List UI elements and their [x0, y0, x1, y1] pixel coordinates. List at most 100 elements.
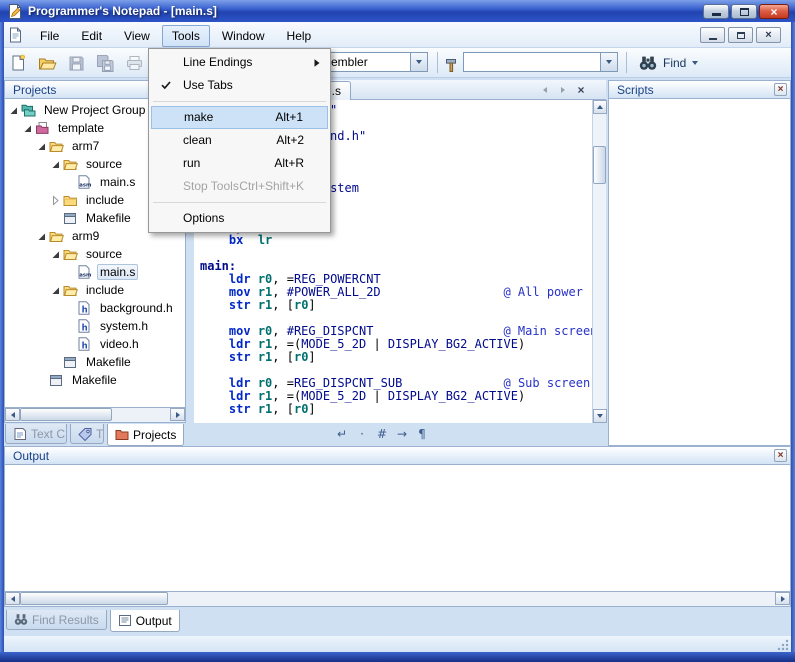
tree-item-label: Makefile — [83, 210, 134, 226]
folder-icon — [63, 247, 79, 261]
mdi-close-button[interactable]: × — [756, 27, 781, 43]
title-bar[interactable]: Programmer's Notepad - [main.s] × — [0, 0, 795, 22]
scroll-down-button[interactable] — [593, 409, 607, 423]
findtab-icon — [14, 613, 28, 626]
collapse-icon[interactable] — [50, 249, 63, 260]
menu-shortcut: Alt+R — [274, 152, 304, 174]
window-frame-left[interactable] — [0, 22, 4, 652]
scrollbar-track[interactable] — [20, 408, 170, 422]
tab-label: Output — [136, 614, 172, 628]
menu-window[interactable]: Window — [212, 25, 275, 47]
close-button[interactable]: × — [759, 4, 789, 19]
close-panel-button[interactable]: × — [774, 83, 787, 96]
code-token — [243, 233, 257, 247]
minimize-icon — [712, 13, 721, 16]
tree-item-include[interactable]: include — [5, 281, 185, 299]
collapse-icon[interactable] — [50, 285, 63, 296]
tree-indent — [64, 321, 77, 332]
window-frame-right[interactable] — [791, 22, 795, 652]
search-combo[interactable] — [463, 52, 618, 72]
code-line: bx lr — [200, 234, 592, 247]
tab-t[interactable]: T — [70, 424, 104, 444]
combo-dropdown-button[interactable] — [600, 53, 617, 71]
line-endings-icon[interactable]: ↵ — [334, 426, 350, 442]
tree-item-source[interactable]: source — [5, 245, 185, 263]
open-file-button[interactable] — [35, 51, 59, 75]
expand-icon[interactable] — [50, 195, 63, 206]
makefile-icon — [63, 211, 79, 225]
code-token: mov — [229, 285, 251, 299]
scripts-panel-body[interactable] — [608, 99, 791, 446]
menu-item-make[interactable]: makeAlt+1 — [151, 106, 328, 129]
menu-edit[interactable]: Edit — [71, 25, 112, 47]
menu-item-run[interactable]: runAlt+R — [151, 152, 328, 175]
find-button-label: Find — [663, 56, 686, 70]
close-document-button[interactable]: × — [574, 83, 588, 97]
tools-button[interactable] — [440, 52, 464, 76]
editor-vertical-scrollbar[interactable] — [592, 100, 606, 423]
menu-tools[interactable]: Tools — [162, 25, 210, 47]
scroll-right-button[interactable] — [170, 408, 185, 421]
tree-item-system-h[interactable]: hsystem.h — [5, 317, 185, 335]
chevron-down-icon — [416, 60, 422, 64]
maximize-button[interactable] — [731, 4, 757, 19]
scrollbar-thumb[interactable] — [20, 592, 168, 605]
projects-horizontal-scrollbar[interactable] — [4, 408, 186, 423]
collapse-icon[interactable] — [36, 141, 49, 152]
long-lines-icon[interactable]: # — [374, 426, 390, 442]
paragraph-marks-icon[interactable]: ¶ — [414, 426, 430, 442]
menu-view[interactable]: View — [114, 25, 160, 47]
tree-item-background-h[interactable]: hbackground.h — [5, 299, 185, 317]
code-token: @ Sub screen — [504, 376, 591, 390]
close-panel-button[interactable]: × — [774, 449, 787, 462]
window-frame-bottom[interactable] — [0, 652, 795, 662]
tree-indent — [50, 213, 63, 224]
scroll-left-button[interactable] — [5, 408, 20, 421]
output-horizontal-scrollbar[interactable] — [4, 592, 791, 607]
tree-item-main-s[interactable]: asmmain.s — [5, 263, 185, 281]
scroll-right-button[interactable] — [775, 592, 790, 605]
combo-dropdown-button[interactable] — [410, 53, 427, 71]
mdi-restore-button[interactable] — [728, 27, 753, 43]
menu-item-clean[interactable]: cleanAlt+2 — [151, 129, 328, 152]
save-button[interactable] — [64, 51, 88, 75]
tree-item-makefile[interactable]: Makefile — [5, 353, 185, 371]
mdi-minimize-button[interactable] — [700, 27, 725, 43]
print-icon — [126, 55, 143, 71]
minimize-button[interactable] — [703, 4, 729, 19]
collapse-icon[interactable] — [50, 159, 63, 170]
scrollbar-thumb[interactable] — [593, 146, 606, 184]
collapse-icon[interactable] — [36, 231, 49, 242]
tab-scroll-right-button[interactable] — [556, 83, 570, 97]
search-combo-value — [464, 53, 600, 71]
code-token: , [ — [272, 350, 294, 364]
print-button[interactable] — [122, 51, 146, 75]
menu-file[interactable]: File — [30, 25, 69, 47]
scrollbar-thumb[interactable] — [20, 408, 112, 421]
tab-find-results[interactable]: Find Results — [6, 610, 107, 630]
whitespace-icon[interactable]: · — [354, 426, 370, 442]
collapse-icon[interactable] — [22, 123, 35, 134]
menu-help[interactable]: Help — [277, 25, 322, 47]
scroll-up-button[interactable] — [593, 100, 607, 114]
tab-output[interactable]: Output — [110, 610, 180, 632]
indent-guides-icon[interactable]: → — [394, 426, 410, 442]
collapse-icon[interactable] — [8, 105, 21, 116]
menu-item-use-tabs[interactable]: Use Tabs — [151, 74, 328, 97]
tree-item-makefile[interactable]: Makefile — [5, 371, 185, 389]
output-panel-body[interactable] — [4, 465, 791, 592]
find-button[interactable]: Find — [633, 51, 704, 74]
tab-scroll-left-button[interactable] — [538, 83, 552, 97]
menu-item-options[interactable]: Options — [151, 207, 328, 230]
save-all-button[interactable] — [93, 51, 117, 75]
tree-item-label: video.h — [97, 336, 142, 352]
scrollbar-track[interactable] — [20, 592, 775, 606]
menu-item-line-endings[interactable]: Line Endings — [151, 51, 328, 74]
menu-item-label: Options — [183, 211, 224, 225]
scroll-left-button[interactable] — [5, 592, 20, 605]
tree-item-video-h[interactable]: hvideo.h — [5, 335, 185, 353]
tab-projects[interactable]: Projects — [107, 424, 184, 446]
tab-text-c[interactable]: Text C — [5, 424, 67, 444]
new-file-button[interactable] — [6, 51, 30, 75]
resize-grip-icon[interactable] — [777, 639, 789, 651]
